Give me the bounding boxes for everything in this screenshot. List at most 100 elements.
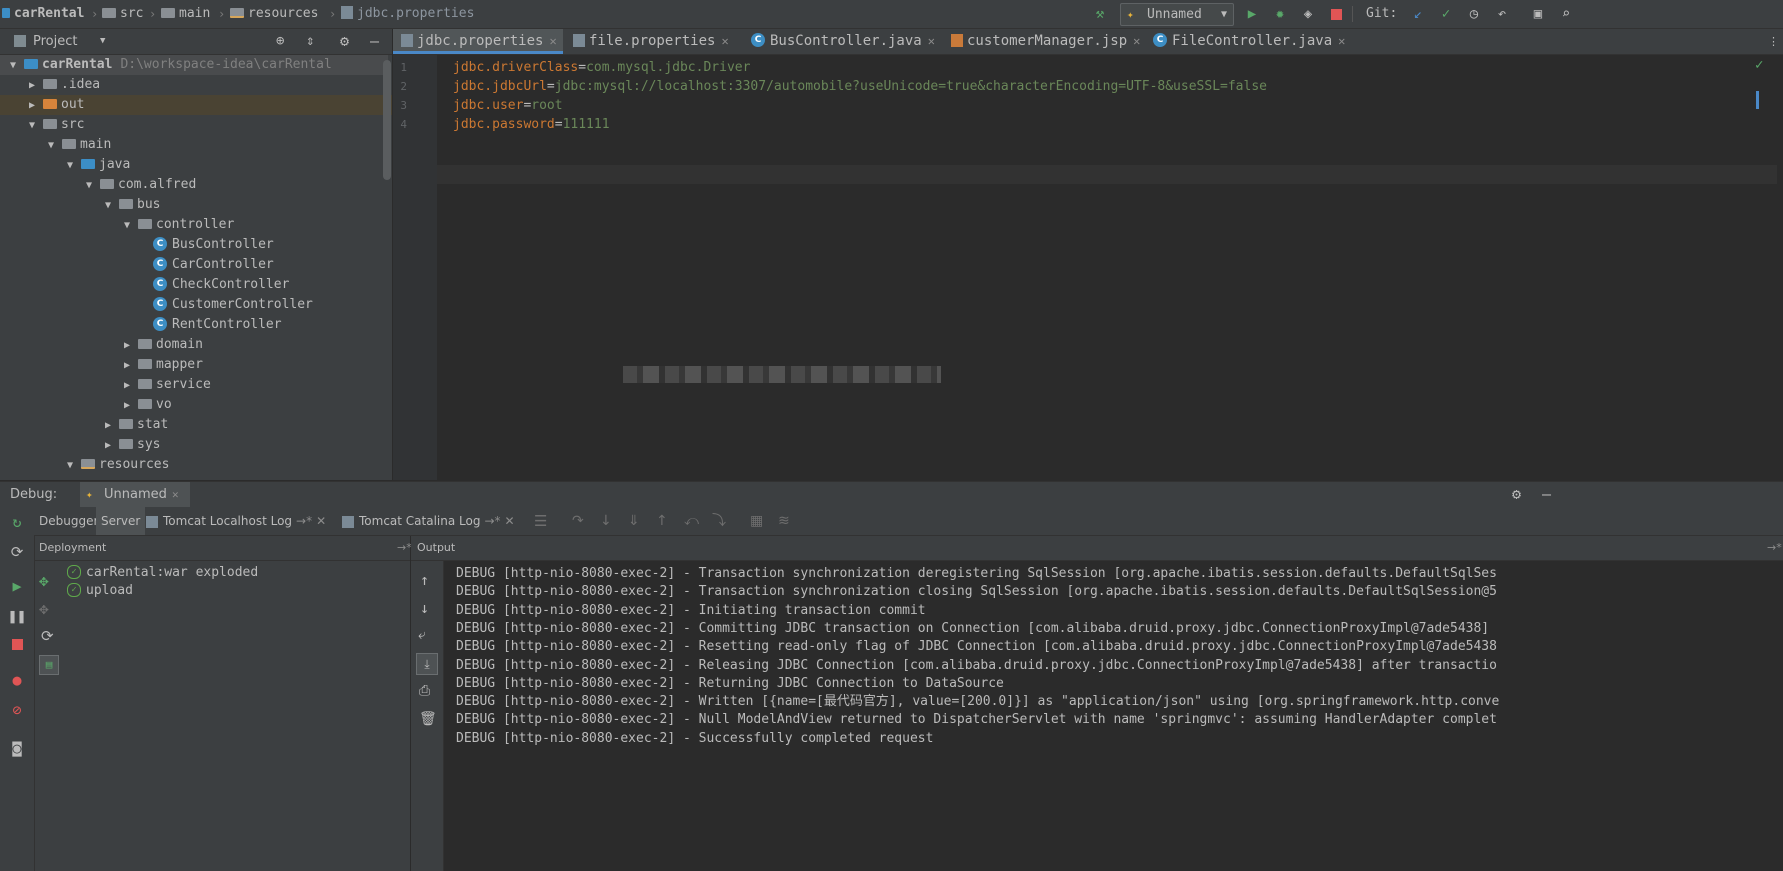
- close-icon[interactable]: ✕: [549, 34, 556, 48]
- chevron-down-icon[interactable]: ▼: [6, 56, 20, 76]
- chevron-right-icon[interactable]: ▶: [25, 76, 39, 96]
- mute-breakpoints-icon[interactable]: ⊘: [6, 699, 28, 721]
- tree-item[interactable]: ▶ service: [0, 375, 392, 395]
- chevron-down-icon[interactable]: ▼: [101, 196, 115, 216]
- arrow-up-icon[interactable]: ↑: [420, 571, 429, 589]
- git-commit-icon[interactable]: ✓: [1436, 4, 1456, 24]
- scroll-to-end-icon[interactable]: ⤓: [416, 653, 438, 675]
- force-step-into-icon[interactable]: ⇓: [628, 507, 640, 535]
- tree-item[interactable]: ▼ bus: [0, 195, 392, 215]
- deployment-item[interactable]: ✓ upload: [67, 582, 133, 600]
- chevron-down-icon[interactable]: ▼: [100, 29, 105, 54]
- tree-item[interactable]: C CheckController: [0, 275, 392, 295]
- rerun-icon[interactable]: ↻: [6, 511, 28, 533]
- tab-tomcat-catalina-log[interactable]: Tomcat Catalina Log →* ✕: [342, 507, 515, 535]
- tree-item[interactable]: ▶ .idea: [0, 75, 392, 95]
- debug-config-tab[interactable]: ✦ Unnamed ✕: [80, 482, 190, 507]
- stop-icon[interactable]: [1326, 4, 1346, 24]
- tab-list-icon[interactable]: ⋮: [1768, 29, 1779, 54]
- view-breakpoints-icon[interactable]: ●: [6, 669, 28, 691]
- tree-item[interactable]: ▶ mapper: [0, 355, 392, 375]
- breadcrumb-resources[interactable]: resources: [230, 0, 318, 28]
- tree-item[interactable]: ▼ resources: [0, 455, 392, 475]
- step-over-icon[interactable]: ↷: [572, 507, 584, 535]
- menu-lines-icon[interactable]: ☰: [534, 507, 547, 535]
- deployment-item[interactable]: ✓ carRental:war exploded: [67, 564, 258, 582]
- editor-tab[interactable]: jdbc.properties ✕: [393, 29, 563, 54]
- chevron-down-icon[interactable]: ▼: [25, 116, 39, 136]
- chevron-down-icon[interactable]: ▼: [120, 216, 134, 236]
- update-app-icon[interactable]: ⟳: [6, 541, 28, 563]
- tree-item[interactable]: ▶ sys: [0, 435, 392, 455]
- gear-icon[interactable]: ⚙: [1512, 482, 1521, 507]
- editor-tab[interactable]: customerManager.jsp ✕: [943, 29, 1143, 54]
- chevron-down-icon[interactable]: ▼: [44, 136, 58, 156]
- chevron-right-icon[interactable]: ▶: [120, 376, 134, 396]
- resume-icon[interactable]: ▶: [6, 575, 28, 597]
- chevron-right-icon[interactable]: ▶: [101, 416, 115, 436]
- chevron-down-icon[interactable]: ▼: [63, 156, 77, 176]
- tab-debugger[interactable]: Debugger: [34, 507, 103, 535]
- chevron-right-icon[interactable]: ▶: [120, 336, 134, 356]
- gear-icon[interactable]: ⚙: [340, 29, 349, 54]
- code-editor[interactable]: ✓ jdbc.driverClass=com.mysql.jdbc.Driver…: [437, 55, 1783, 480]
- tree-item[interactable]: ▼ java: [0, 155, 392, 175]
- print-icon[interactable]: ⎙: [419, 683, 430, 699]
- deployment-list-icon[interactable]: ▤: [39, 655, 59, 675]
- tree-item[interactable]: ▼ carRental D:\workspace-idea\carRental: [0, 55, 388, 75]
- tree-item[interactable]: ▼ main: [0, 135, 392, 155]
- collapse-all-icon[interactable]: ⇕: [306, 29, 314, 54]
- history-clock-icon[interactable]: ◷: [1464, 4, 1484, 24]
- tree-item[interactable]: C CustomerController: [0, 295, 392, 315]
- tree-item[interactable]: C RentController: [0, 315, 392, 335]
- close-icon[interactable]: ✕: [172, 482, 179, 507]
- tree-item[interactable]: ▼ com.alfred: [0, 175, 392, 195]
- camera-icon[interactable]: ◙: [6, 737, 28, 759]
- project-structure-icon[interactable]: ▣: [1528, 4, 1548, 24]
- tree-item[interactable]: C BusController: [0, 235, 392, 255]
- editor-tab[interactable]: C BusController.java ✕: [743, 29, 941, 54]
- rollback-icon[interactable]: ↶: [1492, 4, 1512, 24]
- tree-item[interactable]: ▶ domain: [0, 335, 392, 355]
- run-to-cursor-icon[interactable]: ⤵: [712, 507, 726, 535]
- step-into-icon[interactable]: ↓: [600, 507, 612, 535]
- pin-icon[interactable]: →*: [397, 536, 412, 560]
- pause-icon[interactable]: ❚❚: [6, 605, 28, 627]
- breadcrumb-main[interactable]: main: [161, 0, 210, 28]
- close-icon[interactable]: ✕: [316, 514, 326, 528]
- close-icon[interactable]: ✕: [505, 514, 515, 528]
- undeploy-icon[interactable]: ✥: [39, 599, 49, 618]
- project-view-selector[interactable]: Project: [33, 29, 77, 54]
- breadcrumb-project[interactable]: carRental: [2, 0, 84, 28]
- project-tree-scrollbar[interactable]: [383, 60, 391, 180]
- drop-frame-icon[interactable]: ⤺: [684, 507, 699, 535]
- tree-item[interactable]: ▼ controller: [0, 215, 392, 235]
- pin-icon[interactable]: →*: [1767, 536, 1782, 560]
- close-icon[interactable]: ✕: [1338, 34, 1345, 48]
- chevron-right-icon[interactable]: ▶: [25, 96, 39, 116]
- editor-tab[interactable]: C FileController.java ✕: [1145, 29, 1345, 54]
- tree-item[interactable]: C CarController: [0, 255, 392, 275]
- coverage-icon[interactable]: ◈: [1298, 4, 1318, 24]
- tree-item[interactable]: ▼ src: [0, 115, 392, 135]
- breadcrumb-file[interactable]: jdbc.properties: [341, 0, 474, 28]
- close-icon[interactable]: ✕: [721, 34, 728, 48]
- tree-item[interactable]: ▶ vo: [0, 395, 392, 415]
- chevron-right-icon[interactable]: ▶: [101, 436, 115, 456]
- trash-icon[interactable]: 🗑: [419, 711, 437, 727]
- stop-icon[interactable]: [6, 633, 28, 655]
- tree-item[interactable]: ▶ out: [0, 95, 392, 115]
- editor-tab[interactable]: file.properties ✕: [565, 29, 741, 54]
- soft-wrap-icon[interactable]: ⤶: [418, 627, 426, 643]
- trace-icon[interactable]: ≋: [778, 507, 790, 535]
- run-icon[interactable]: ▶: [1242, 4, 1262, 24]
- locate-file-icon[interactable]: ⊕: [276, 29, 284, 54]
- tab-server[interactable]: Server: [96, 507, 146, 535]
- console-output[interactable]: DEBUG [http-nio-8080-exec-2] - Transacti…: [444, 561, 1783, 871]
- arrow-down-icon[interactable]: ↓: [420, 599, 429, 617]
- refresh-icon[interactable]: ⟳: [41, 627, 54, 645]
- build-hammer-icon[interactable]: ⚒: [1090, 4, 1110, 24]
- chevron-down-icon[interactable]: ▼: [82, 176, 96, 196]
- hide-panel-icon[interactable]: —: [1542, 482, 1551, 507]
- search-icon[interactable]: ⌕: [1556, 4, 1576, 24]
